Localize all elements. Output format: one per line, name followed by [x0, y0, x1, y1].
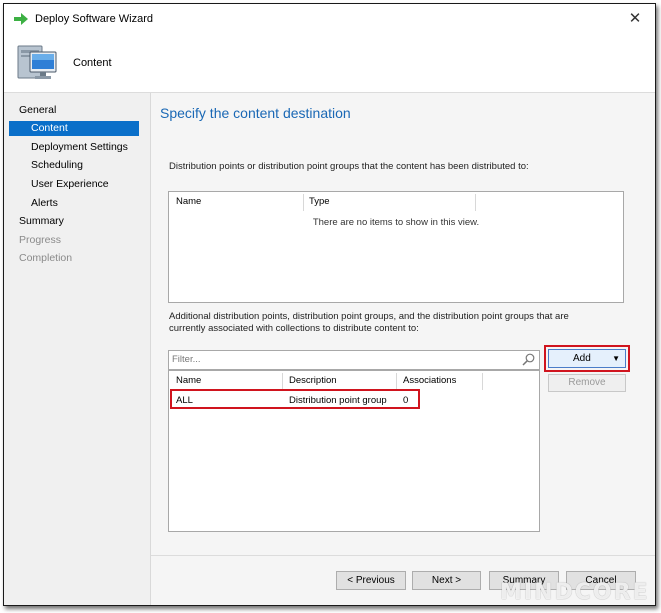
watermark-text: MINDCORE	[500, 580, 650, 605]
search-icon[interactable]	[522, 353, 535, 366]
column-separator[interactable]	[396, 373, 397, 390]
previous-button[interactable]: < Previous	[336, 571, 406, 590]
remove-button[interactable]: Remove	[548, 374, 626, 392]
computer-icon	[17, 45, 57, 79]
next-button[interactable]: Next >	[412, 571, 481, 590]
close-button[interactable]: ✕	[625, 9, 645, 29]
wizard-window: Deploy Software Wizard ✕ Content General…	[3, 3, 656, 606]
additional-description: Additional distribution points, distribu…	[169, 311, 569, 334]
wizard-header: Content	[4, 34, 655, 93]
header-title: Content	[73, 57, 112, 69]
column-separator[interactable]	[303, 194, 304, 211]
window-title: Deploy Software Wizard	[35, 13, 153, 25]
sidebar-item-completion: Completion	[19, 252, 73, 264]
sidebar-item-progress: Progress	[19, 234, 62, 246]
page-title: Specify the content destination	[160, 105, 351, 121]
sidebar-item-alerts[interactable]: Alerts	[4, 196, 144, 211]
title-bar: Deploy Software Wizard ✕	[4, 4, 655, 34]
column-header-name[interactable]: Name	[176, 373, 202, 389]
green-arrow-icon	[14, 13, 28, 25]
wizard-sidebar: General Content Deployment Settings Sche…	[4, 93, 151, 605]
column-header-name[interactable]: Name	[176, 194, 202, 210]
column-separator[interactable]	[282, 373, 283, 390]
row-highlight-box	[170, 389, 420, 409]
sidebar-item-scheduling[interactable]: Scheduling	[4, 158, 144, 173]
sidebar-item-general[interactable]: General	[4, 103, 144, 118]
sidebar-item-user-experience[interactable]: User Experience	[4, 177, 144, 192]
sidebar-item-deployment-settings[interactable]: Deployment Settings	[4, 140, 144, 155]
add-highlight-box	[544, 345, 630, 372]
sidebar-item-content[interactable]: Content	[9, 121, 139, 136]
distributed-list[interactable]: Name Type There are no items to show in …	[168, 191, 624, 303]
sidebar-item-summary[interactable]: Summary	[4, 214, 144, 229]
column-header-description[interactable]: Description	[289, 373, 337, 389]
wizard-content: Specify the content destination Distribu…	[151, 93, 655, 605]
filter-field[interactable]	[168, 350, 540, 370]
column-separator[interactable]	[475, 194, 476, 211]
footer-divider	[151, 555, 655, 556]
column-header-type[interactable]: Type	[309, 194, 330, 210]
column-header-associations[interactable]: Associations	[403, 373, 457, 389]
distributed-description: Distribution points or distribution poin…	[169, 161, 529, 172]
column-separator[interactable]	[482, 373, 483, 390]
filter-input[interactable]	[172, 352, 512, 367]
empty-list-message: There are no items to show in this view.	[312, 217, 480, 228]
